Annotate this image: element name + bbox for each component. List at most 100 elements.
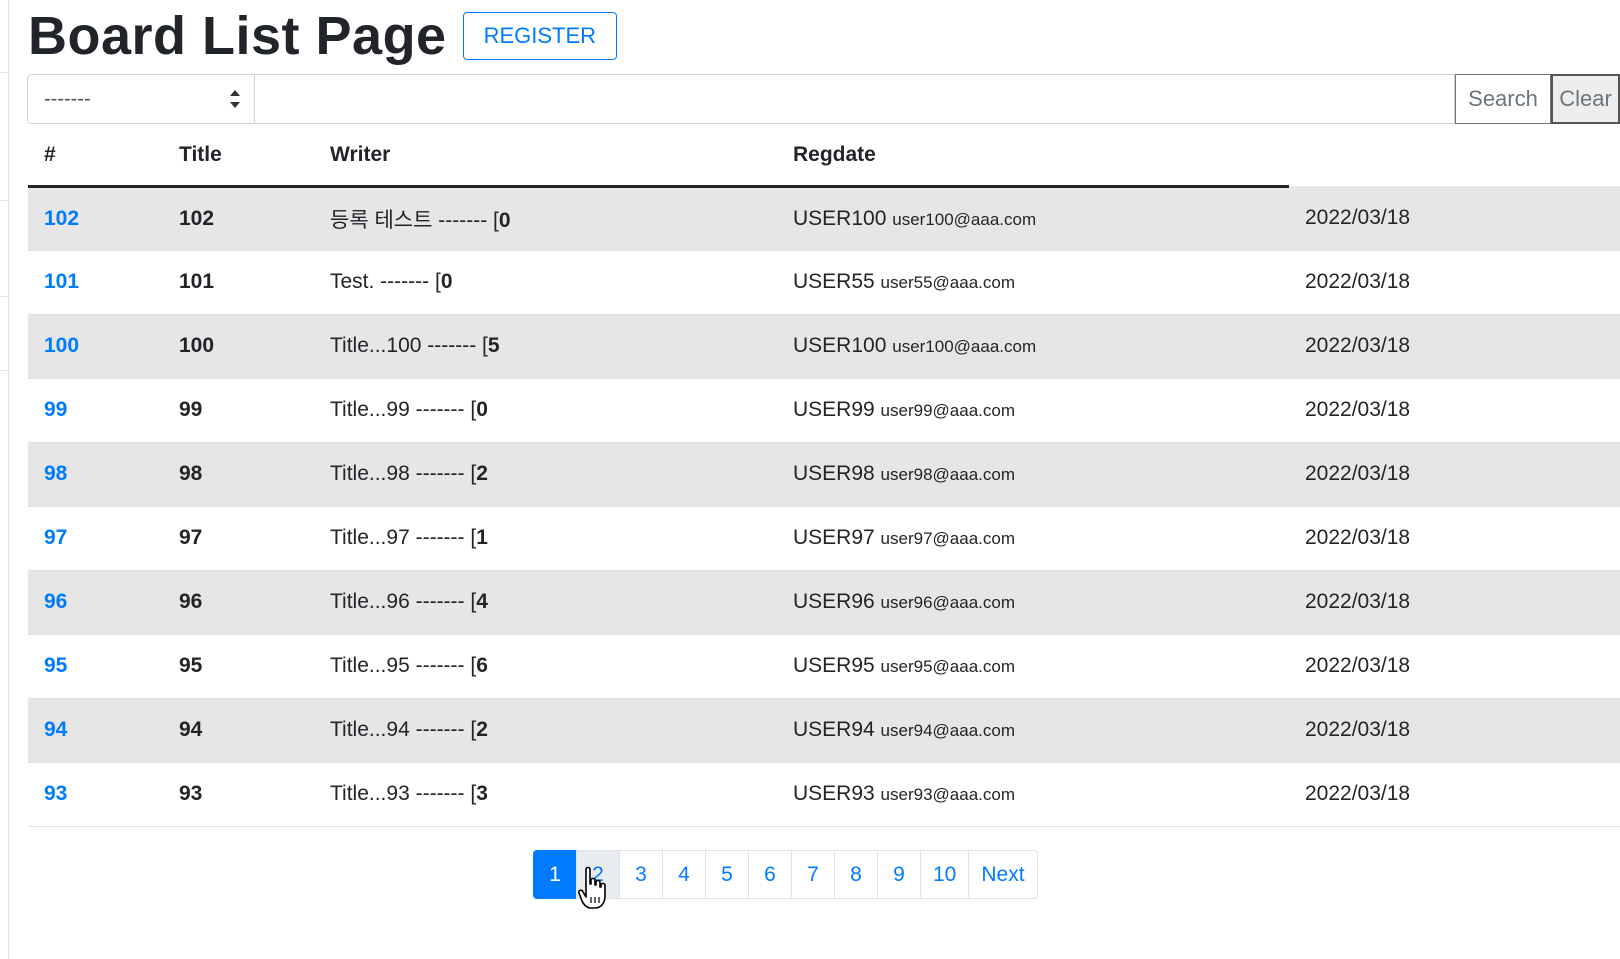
regdate: 2022/03/18 — [1305, 718, 1411, 741]
post-link[interactable]: 94 — [44, 718, 67, 741]
edge-divider — [0, 72, 8, 73]
title-cell: Title...97 ------- [1 — [314, 506, 777, 570]
page-link-2[interactable]: 2 — [576, 850, 620, 899]
page-link-9[interactable]: 9 — [877, 850, 921, 899]
post-number: 94 — [179, 718, 203, 741]
page-link-6[interactable]: 6 — [748, 850, 792, 899]
writer-name: USER96 — [793, 590, 875, 613]
post-link[interactable]: 102 — [44, 207, 79, 230]
bno-cell: 101 — [28, 250, 163, 314]
post-link[interactable]: 97 — [44, 526, 67, 549]
page-title: Board List Page — [28, 6, 447, 66]
regdate-cell: 2022/03/18 — [1289, 506, 1620, 570]
page-link-4[interactable]: 4 — [662, 850, 706, 899]
regdate: 2022/03/18 — [1305, 398, 1411, 421]
bno-bold-cell: 96 — [163, 570, 314, 634]
next-page-button[interactable]: Next — [968, 850, 1038, 899]
reply-count: 6 — [476, 654, 488, 677]
title-cell: Title...98 ------- [2 — [314, 442, 777, 506]
page-link-8[interactable]: 8 — [834, 850, 878, 899]
table-row: 98 98 Title...98 ------- [2 USER98 user98@a… — [28, 442, 1620, 506]
post-link[interactable]: 98 — [44, 462, 67, 485]
reply-count: 2 — [476, 718, 488, 741]
table-row: 97 97 Title...97 ------- [1 USER97 user97@a… — [28, 506, 1620, 570]
regdate-cell: 2022/03/18 — [1289, 378, 1620, 442]
post-number: 100 — [179, 334, 215, 357]
regdate: 2022/03/18 — [1305, 782, 1411, 805]
table-row: 94 94 Title...94 ------- [2 USER94 user94@a… — [28, 698, 1620, 762]
bno-cell: 97 — [28, 506, 163, 570]
post-title: Title...97 ------- [ — [330, 526, 477, 549]
table-row: 95 95 Title...95 ------- [6 USER95 user95@a… — [28, 634, 1620, 698]
edge-divider — [0, 370, 8, 371]
writer-email: user94@aaa.com — [880, 721, 1015, 740]
page-link-1[interactable]: 1 — [533, 850, 577, 899]
writer-name: USER100 — [793, 206, 887, 230]
writer-cell: USER97 user97@aaa.com — [777, 506, 1289, 570]
bno-cell: 94 — [28, 698, 163, 762]
table-row: 102 102 등록 테스트 ------- [0 USER100 user100@a… — [28, 186, 1620, 250]
post-number: 93 — [179, 782, 203, 805]
post-link[interactable]: 99 — [44, 398, 67, 421]
writer-cell: USER98 user98@aaa.com — [777, 442, 1289, 506]
page-link-7[interactable]: 7 — [791, 850, 835, 899]
edge-divider — [0, 296, 8, 297]
post-number: 99 — [179, 398, 203, 421]
title-cell: Title...94 ------- [2 — [314, 698, 777, 762]
bno-cell: 93 — [28, 762, 163, 826]
post-link[interactable]: 100 — [44, 334, 79, 357]
writer-name: USER99 — [793, 398, 875, 421]
writer-email: user100@aaa.com — [892, 209, 1037, 229]
writer-email: user100@aaa.com — [892, 337, 1037, 356]
page-link-10[interactable]: 10 — [920, 850, 970, 899]
page-link-5[interactable]: 5 — [705, 850, 749, 899]
clear-button[interactable]: Clear — [1551, 74, 1620, 124]
post-title: Title...100 ------- [ — [330, 334, 488, 357]
title-cell: Title...95 ------- [6 — [314, 634, 777, 698]
title-cell: Title...100 ------- [5 — [314, 314, 777, 378]
post-link[interactable]: 101 — [44, 270, 79, 293]
reply-count: 0 — [440, 270, 453, 293]
bno-bold-cell: 102 — [163, 186, 314, 250]
search-button[interactable]: Search — [1455, 74, 1551, 124]
post-link[interactable]: 95 — [44, 654, 67, 677]
writer-name: USER55 — [793, 270, 875, 293]
title-cell: Title...93 ------- [3 — [314, 762, 777, 826]
regdate-cell: 2022/03/18 — [1289, 442, 1620, 506]
post-number: 102 — [179, 206, 215, 230]
writer-email: user95@aaa.com — [880, 657, 1015, 676]
bno-bold-cell: 101 — [163, 250, 314, 314]
post-number: 101 — [179, 270, 215, 293]
regdate-cell: 2022/03/18 — [1289, 698, 1620, 762]
column-header-regdate: Regdate — [777, 126, 1289, 188]
column-header-number: # — [28, 126, 163, 188]
updown-arrows-icon — [230, 90, 240, 108]
table-row: 100 100 Title...100 ------- [5 USER100 user… — [28, 314, 1620, 378]
title-cell: Title...96 ------- [4 — [314, 570, 777, 634]
reply-count: 0 — [476, 398, 488, 421]
register-button[interactable]: REGISTER — [462, 12, 618, 60]
search-type-select[interactable]: ------- — [27, 74, 255, 124]
title-cell: 등록 테스트 ------- [0 — [314, 186, 777, 250]
regdate: 2022/03/18 — [1305, 334, 1411, 357]
page-link-3[interactable]: 3 — [619, 850, 663, 899]
bno-bold-cell: 95 — [163, 634, 314, 698]
writer-cell: USER95 user95@aaa.com — [777, 634, 1289, 698]
table-header-row: # Title Writer Regdate — [28, 126, 1620, 188]
writer-name: USER98 — [793, 462, 875, 485]
reply-count: 1 — [476, 526, 488, 549]
post-link[interactable]: 93 — [44, 782, 67, 805]
writer-cell: USER93 user93@aaa.com — [777, 762, 1289, 826]
bno-bold-cell: 93 — [163, 762, 314, 826]
writer-email: user93@aaa.com — [880, 785, 1015, 804]
column-header-title: Title — [163, 126, 314, 188]
writer-email: user98@aaa.com — [880, 465, 1015, 484]
search-type-value: ------- — [44, 87, 91, 110]
keyword-input[interactable] — [255, 74, 1455, 124]
post-number: 98 — [179, 462, 203, 485]
post-link[interactable]: 96 — [44, 590, 67, 613]
writer-email: user99@aaa.com — [880, 401, 1015, 420]
regdate-cell: 2022/03/18 — [1289, 570, 1620, 634]
regdate-cell: 2022/03/18 — [1289, 762, 1620, 826]
table-row: 99 99 Title...99 ------- [0 USER99 user99@a… — [28, 378, 1620, 442]
